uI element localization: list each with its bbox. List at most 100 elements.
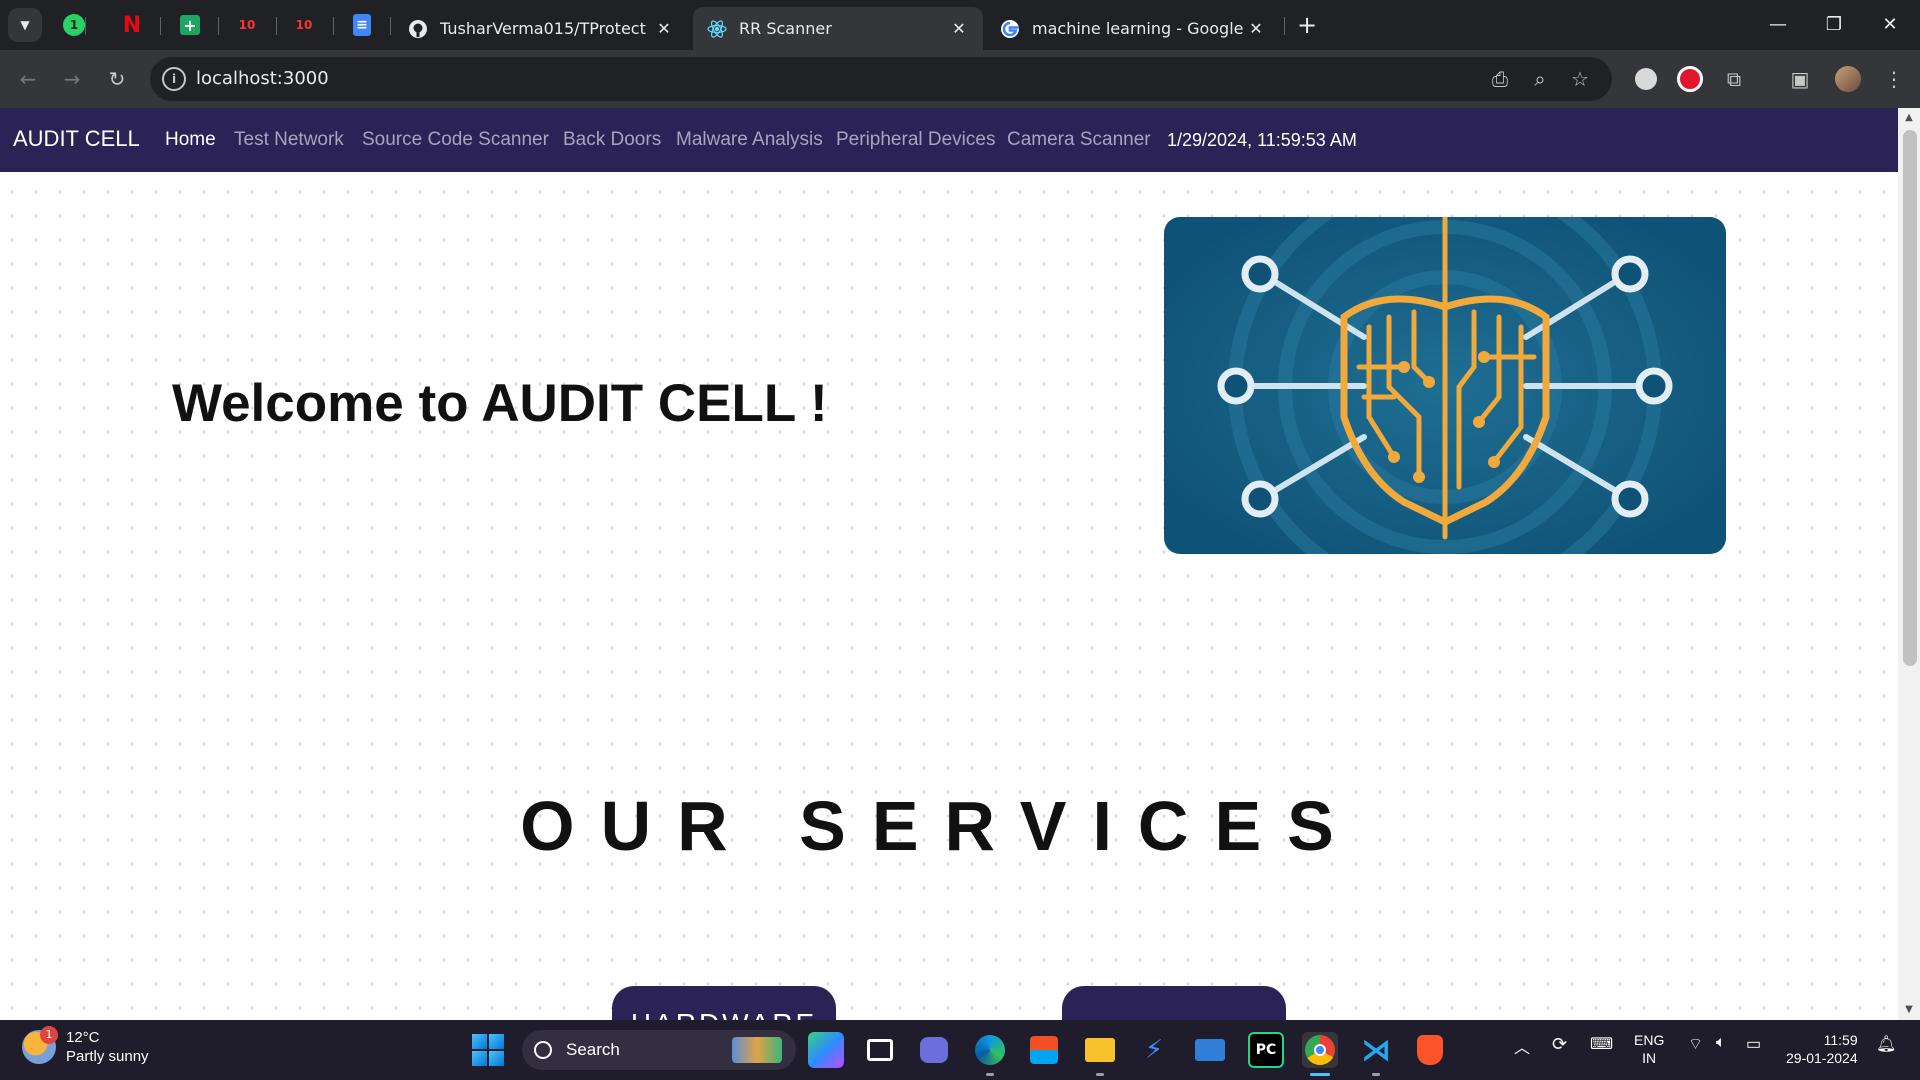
taskbar-app-vscode[interactable]: ⋊ — [1358, 1032, 1394, 1076]
taskbar-app-chrome[interactable] — [1302, 1032, 1338, 1076]
folder-icon — [1085, 1038, 1115, 1062]
minimize-button[interactable]: — — [1750, 0, 1806, 48]
brave-lion-icon — [1417, 1035, 1443, 1065]
url-text[interactable]: localhost:3000 — [196, 68, 329, 89]
zoom-icon[interactable]: ⌕ — [1524, 63, 1556, 95]
taskbar-app-store[interactable] — [1026, 1032, 1062, 1068]
tab-github[interactable]: TusharVerma015/TProtect ✕ — [394, 7, 688, 50]
mail-icon — [1195, 1039, 1225, 1061]
nav-link-peripheral-devices[interactable]: Peripheral Devices — [836, 129, 995, 151]
welcome-heading: Welcome to AUDIT CELL ! — [172, 374, 828, 433]
scrollbar-thumb[interactable] — [1903, 130, 1917, 666]
taskbar-app-brave[interactable] — [1412, 1032, 1448, 1068]
search-highlight-icon — [732, 1037, 782, 1063]
install-app-icon[interactable]: ⎙ — [1484, 63, 1516, 95]
taskbar-app-task-view[interactable] — [862, 1032, 898, 1068]
scroll-down-arrow-icon[interactable]: ▼ — [1903, 1004, 1915, 1018]
restore-icon: ❐ — [1825, 13, 1843, 35]
language-indicator[interactable]: ENG IN — [1634, 1031, 1664, 1067]
teams-meet-icon — [920, 1037, 948, 1063]
ten-icon: 10 — [295, 18, 313, 32]
close-icon[interactable]: ✕ — [1246, 19, 1266, 38]
page-viewport: AUDIT CELL Home Test Network Source Code… — [0, 108, 1920, 1020]
weather-widget[interactable]: 1 12°C Partly sunny — [22, 1026, 149, 1066]
nav-link-home[interactable]: Home — [165, 129, 216, 151]
bookmark-star-icon[interactable]: ☆ — [1564, 63, 1596, 95]
extension-avatar-icon[interactable] — [1630, 63, 1662, 95]
tab-rr-scanner[interactable]: RR Scanner ✕ — [693, 7, 983, 50]
weather-temperature: 12°C — [66, 1029, 100, 1046]
plus-icon: + — [1296, 11, 1318, 39]
taskbar-app-teams[interactable] — [916, 1032, 952, 1068]
nav-link-malware-analysis[interactable]: Malware Analysis — [676, 129, 823, 151]
tab-divider — [390, 17, 391, 35]
nav-link-camera-scanner[interactable]: Camera Scanner — [1007, 129, 1151, 151]
pinned-tab-ten-a[interactable]: 10 — [232, 10, 262, 40]
pinned-tab-ten-b[interactable]: 10 — [289, 10, 319, 40]
service-card-label: HARDWARE — [631, 1008, 817, 1020]
taskbar-app-copilot[interactable] — [808, 1032, 844, 1068]
close-window-button[interactable]: ✕ — [1862, 0, 1918, 48]
nav-link-back-doors[interactable]: Back Doors — [563, 129, 661, 151]
edge-icon — [975, 1035, 1005, 1065]
tab-search-button[interactable]: ▼ — [8, 8, 42, 42]
pinned-tab-docs[interactable]: ≡ — [347, 10, 377, 40]
notification-badge: 1 — [40, 1026, 58, 1044]
close-icon[interactable]: ✕ — [949, 19, 969, 38]
reload-button[interactable]: ↻ — [101, 63, 133, 95]
nav-link-source-code-scanner[interactable]: Source Code Scanner — [362, 129, 549, 151]
tab-divider — [160, 17, 161, 35]
browser-toolbar: ← → ↻ i localhost:3000 ⎙ ⌕ ☆ ⧉ ▣ ⋮ — [0, 50, 1920, 108]
back-button[interactable]: ← — [12, 63, 44, 95]
profile-avatar[interactable] — [1832, 63, 1864, 95]
pinned-tab-sheets[interactable]: + — [175, 10, 205, 40]
menu-kebab-icon[interactable]: ⋮ — [1878, 63, 1910, 95]
volume-icon[interactable]: 🔈︎ — [1716, 1034, 1726, 1052]
side-panel-icon[interactable]: ▣ — [1784, 63, 1816, 95]
notification-bell-icon[interactable]: 🔔︎ — [1876, 1034, 1896, 1054]
extensions-puzzle-icon[interactable]: ⧉ — [1718, 63, 1750, 95]
taskbar-app-file-explorer[interactable] — [1082, 1032, 1118, 1076]
taskbar-app-power-automate[interactable]: ⚡ — [1136, 1032, 1172, 1068]
scroll-up-arrow-icon[interactable]: ▲ — [1903, 112, 1915, 126]
close-icon[interactable]: ✕ — [654, 19, 674, 38]
search-label: Search — [566, 1040, 620, 1059]
language-region: IN — [1642, 1050, 1657, 1066]
service-card-hardware[interactable]: HARDWARE — [612, 986, 836, 1020]
pinned-tab-netflix[interactable]: N — [117, 10, 147, 40]
arrow-left-icon: ← — [19, 67, 37, 91]
pycharm-icon: PC — [1255, 1042, 1277, 1058]
keyboard-icon[interactable]: ⌨ — [1590, 1034, 1613, 1054]
tab-google-search[interactable]: machine learning - Google Sea ✕ — [986, 7, 1280, 50]
nav-link-test-network[interactable]: Test Network — [234, 129, 344, 151]
minimize-icon: — — [1769, 13, 1787, 35]
tab-divider — [276, 17, 277, 35]
chevron-up-icon[interactable]: ︿ — [1514, 1034, 1530, 1058]
taskbar-app-edge[interactable] — [972, 1032, 1008, 1076]
battery-icon[interactable]: ▭ — [1746, 1034, 1761, 1054]
clock-time: 11:59 — [1823, 1032, 1858, 1048]
service-card-second[interactable] — [1062, 986, 1286, 1020]
new-tab-button[interactable]: + — [1292, 10, 1322, 40]
forward-button[interactable]: → — [56, 63, 88, 95]
start-button[interactable] — [472, 1034, 504, 1066]
taskbar-app-mail[interactable] — [1192, 1032, 1228, 1068]
wifi-icon[interactable]: ⌔ — [1688, 1034, 1703, 1054]
address-bar[interactable]: i localhost:3000 ⎙ ⌕ ☆ — [150, 57, 1612, 101]
tab-title: TusharVerma015/TProtect — [440, 19, 646, 38]
site-info-icon[interactable]: i — [162, 67, 186, 91]
restore-button[interactable]: ❐ — [1806, 0, 1862, 48]
sync-icon[interactable]: ⟳ — [1552, 1034, 1567, 1055]
brand-logo-text[interactable]: AUDIT CELL — [13, 126, 140, 152]
page-scrollbar[interactable]: ▲ ▼ — [1898, 108, 1920, 1020]
nav-clock: 1/29/2024, 11:59:53 AM — [1167, 130, 1357, 150]
vscode-icon: ⋊ — [1361, 1032, 1391, 1068]
opera-extension-icon[interactable] — [1674, 63, 1706, 95]
tab-divider — [85, 17, 86, 35]
tab-divider — [1284, 17, 1285, 35]
close-icon: ✕ — [1882, 13, 1898, 35]
google-docs-icon: ≡ — [353, 14, 371, 36]
taskbar-app-pycharm[interactable]: PC — [1248, 1032, 1284, 1068]
system-clock[interactable]: 11:59 29-01-2024 — [1786, 1031, 1858, 1067]
taskbar-search[interactable]: Search — [522, 1030, 796, 1070]
